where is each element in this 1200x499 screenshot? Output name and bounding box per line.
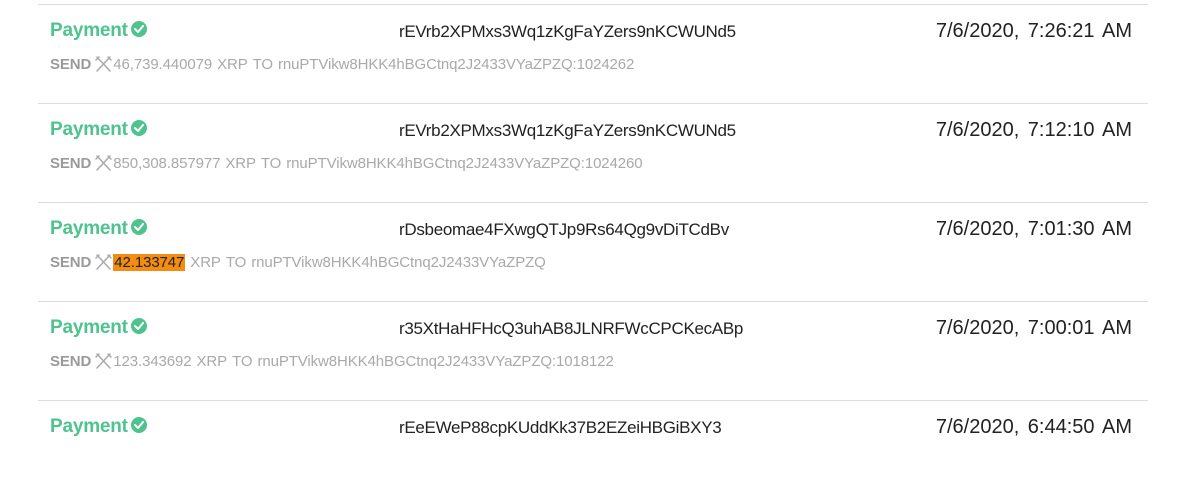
transaction-to-label: TO — [225, 254, 247, 271]
transaction-type-label: Payment — [50, 119, 128, 140]
transaction-row[interactable]: Payment rDsbeomae4FXwgQTJp9Rs64Qg9vDiTCd… — [38, 202, 1148, 301]
transaction-type: Payment — [50, 317, 147, 339]
transaction-datetime: 7/6/2020, 7:12:10 AM — [935, 119, 1132, 141]
check-circle-icon — [130, 21, 147, 37]
account-address[interactable]: rDsbeomae4FXwgQTJp9Rs64Qg9vDiTCdBv — [399, 220, 729, 240]
transaction-amount: 46,739.440079 — [113, 56, 213, 73]
transaction-type: Payment — [50, 20, 147, 42]
transaction-currency: XRP — [217, 56, 248, 73]
transaction-amount: 850,308.857977 — [113, 155, 221, 172]
transaction-row[interactable]: Payment rEeEWeP88cpKUddKk37B2EZeiHBGiBXY… — [38, 400, 1148, 499]
crossed-swords-icon — [95, 254, 113, 274]
account-address[interactable]: rEeEWeP88cpKUddKk37B2EZeiHBGiBXY3 — [399, 418, 722, 438]
transaction-verb: SEND — [50, 254, 92, 271]
transaction-type-label: Payment — [50, 218, 128, 239]
transaction-verb: SEND — [50, 155, 92, 172]
crossed-swords-icon — [95, 155, 113, 175]
check-circle-icon — [130, 120, 147, 136]
transaction-detail: SEND 123.343692 XRP TO rnuPTVikw8HKK4hBGCtnq… — [50, 353, 614, 373]
transaction-currency: XRP — [225, 155, 256, 172]
transaction-type-label: Payment — [50, 317, 128, 338]
transaction-to-label: TO — [260, 155, 282, 172]
transaction-amount: 123.343692 — [113, 353, 192, 370]
transaction-verb: SEND — [50, 353, 92, 370]
crossed-swords-icon — [95, 353, 113, 373]
transaction-currency: XRP — [190, 254, 221, 271]
transaction-datetime: 7/6/2020, 7:26:21 AM — [935, 20, 1132, 42]
transaction-row[interactable]: Payment rEVrb2XPMxs3Wq1zKgFaYZers9nKCWUN… — [38, 4, 1148, 103]
check-circle-icon — [130, 318, 147, 334]
transaction-amount: 42.133747 — [113, 254, 186, 271]
transaction-row[interactable]: Payment rEVrb2XPMxs3Wq1zKgFaYZers9nKCWUN… — [38, 103, 1148, 202]
transaction-type: Payment — [50, 218, 147, 240]
transaction-detail: SEND 46,739.440079 XRP TO rnuPTVikw8HKK4hBGC… — [50, 56, 634, 76]
transaction-currency: XRP — [196, 353, 228, 370]
check-circle-icon — [130, 219, 147, 235]
destination-address[interactable]: rnuPTVikw8HKK4hBGCtnq2J2433VYaZPZQ:10242… — [278, 56, 634, 73]
destination-address[interactable]: rnuPTVikw8HKK4hBGCtnq2J2433VYaZPZQ — [251, 254, 546, 271]
account-address[interactable]: r35XtHaHFHcQ3uhAB8JLNRFWcCPCKecABp — [399, 319, 743, 339]
transaction-datetime: 7/6/2020, 7:00:01 AM — [935, 317, 1132, 339]
transaction-detail: SEND 850,308.857977 XRP TO rnuPTVikw8HKK4hBG… — [50, 155, 643, 175]
check-circle-icon — [130, 417, 147, 433]
transaction-verb: SEND — [50, 56, 92, 73]
transaction-type: Payment — [50, 416, 147, 438]
transaction-type: Payment — [50, 119, 147, 141]
transaction-to-label: TO — [252, 56, 273, 73]
transaction-detail: SEND 42.133747 XRP TO rnuPTVikw8HKK4hBGCtnq2… — [50, 254, 546, 274]
transaction-row[interactable]: Payment r35XtHaHFHcQ3uhAB8JLNRFWcCPCKecA… — [38, 301, 1148, 400]
transaction-type-label: Payment — [50, 416, 128, 437]
transaction-datetime: 7/6/2020, 6:44:50 AM — [935, 416, 1132, 438]
transaction-type-label: Payment — [50, 20, 128, 41]
transaction-datetime: 7/6/2020, 7:01:30 AM — [935, 218, 1132, 240]
crossed-swords-icon — [95, 56, 113, 76]
destination-address[interactable]: rnuPTVikw8HKK4hBGCtnq2J2433VYaZPZQ:10181… — [257, 353, 613, 370]
account-address[interactable]: rEVrb2XPMxs3Wq1zKgFaYZers9nKCWUNd5 — [399, 22, 736, 42]
transaction-to-label: TO — [232, 353, 253, 370]
destination-address[interactable]: rnuPTVikw8HKK4hBGCtnq2J2433VYaZPZQ:10242… — [286, 155, 642, 172]
account-address[interactable]: rEVrb2XPMxs3Wq1zKgFaYZers9nKCWUNd5 — [399, 121, 736, 141]
